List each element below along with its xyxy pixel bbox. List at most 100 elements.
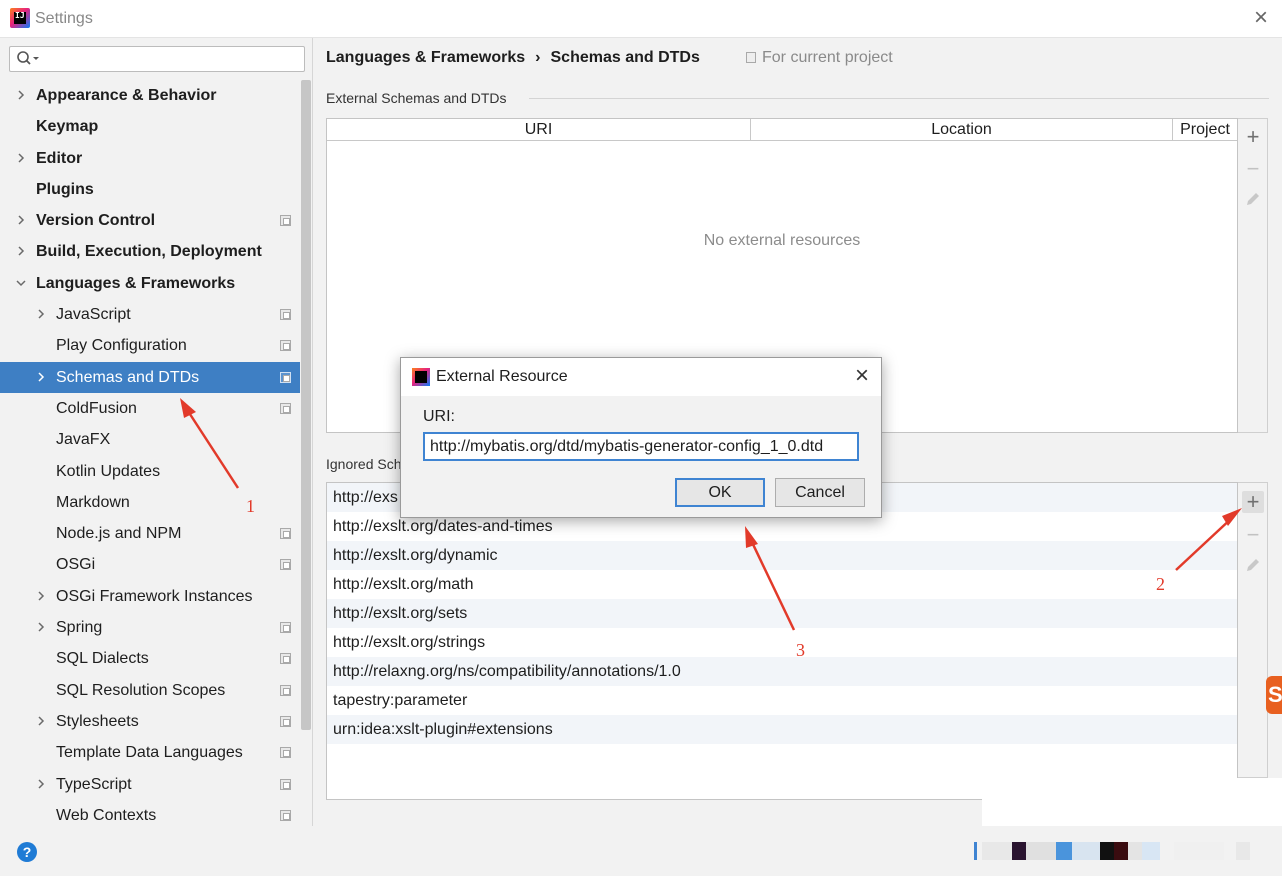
sidebar-item-schemas-and-dtds[interactable]: Schemas and DTDs: [0, 361, 300, 393]
project-scope-icon: [280, 371, 291, 383]
project-scope-icon: [280, 340, 291, 352]
chevron-right-icon[interactable]: [16, 90, 26, 100]
chevron-right-icon[interactable]: [36, 622, 46, 632]
settings-tree: Appearance & Behavior Keymap Editor Plugins…: [0, 80, 300, 831]
chevron-right-icon[interactable]: [16, 215, 26, 225]
project-scope-icon: [280, 715, 291, 727]
sidebar-item-spring[interactable]: Spring: [0, 612, 300, 643]
project-scope-icon: [280, 622, 291, 634]
floating-badge-icon[interactable]: S: [1266, 676, 1282, 714]
sidebar-item-template-data-languages[interactable]: Template Data Languages: [0, 737, 300, 768]
sidebar-item-sql-resolution-scopes[interactable]: SQL Resolution Scopes: [0, 675, 300, 706]
pixelated-buttons-placeholder: [974, 842, 1274, 860]
annotation-label-2: 2: [1156, 574, 1165, 594]
empty-state-text: No external resources: [703, 232, 861, 249]
sidebar-item-javascript[interactable]: JavaScript: [0, 299, 300, 330]
sidebar-item-languages-frameworks[interactable]: Languages & Frameworks: [0, 268, 300, 299]
sidebar-item-label: Spring: [56, 619, 103, 637]
intellij-logo-icon: [412, 368, 430, 386]
project-scope-icon: [280, 215, 291, 227]
window-close-icon[interactable]: ×: [1254, 6, 1268, 30]
list-item[interactable]: http://exslt.org/math: [327, 570, 1237, 599]
chevron-right-icon[interactable]: [36, 716, 46, 726]
column-location[interactable]: Location: [751, 119, 1173, 141]
help-icon[interactable]: ?: [17, 842, 37, 862]
sidebar-item-markdown[interactable]: Markdown: [0, 487, 300, 518]
sidebar-item-version-control[interactable]: Version Control: [0, 205, 300, 236]
sidebar-item-label: Markdown: [56, 493, 130, 511]
sidebar-item-label: Version Control: [36, 212, 156, 230]
sidebar-item-editor[interactable]: Editor: [0, 143, 300, 174]
chevron-down-icon[interactable]: [16, 278, 26, 288]
list-item[interactable]: tapestry:parameter: [327, 686, 1237, 715]
sidebar-item-label: OSGi: [56, 556, 96, 574]
add-icon[interactable]: +: [1242, 491, 1264, 513]
add-icon[interactable]: +: [1242, 126, 1264, 148]
sidebar-scrollbar-thumb[interactable]: [301, 80, 311, 730]
search-input[interactable]: [42, 49, 300, 69]
breadcrumb-separator: ›: [535, 49, 541, 66]
project-scope-icon: [280, 559, 291, 571]
chevron-right-icon[interactable]: [16, 153, 26, 163]
project-scope-icon: [746, 52, 756, 63]
project-scope-icon: [280, 402, 291, 414]
sidebar-item-label: Play Configuration: [56, 337, 187, 355]
sidebar-item-node-js-and-npm[interactable]: Node.js and NPM: [0, 518, 300, 549]
column-uri[interactable]: URI: [327, 119, 751, 141]
annotation-label-1: 1: [246, 496, 255, 516]
sidebar-item-play-configuration[interactable]: Play Configuration: [0, 330, 300, 361]
chevron-right-icon[interactable]: [36, 372, 46, 382]
sidebar-item-appearance-behavior[interactable]: Appearance & Behavior: [0, 80, 300, 111]
sidebar-item-kotlin-updates[interactable]: Kotlin Updates: [0, 456, 300, 487]
sidebar-item-label: Editor: [36, 149, 83, 167]
sidebar-item-keymap[interactable]: Keymap: [0, 111, 300, 142]
dialog-titlebar: External Resource ×: [401, 358, 881, 396]
chevron-right-icon[interactable]: [16, 246, 26, 257]
ok-button[interactable]: OK: [675, 478, 765, 507]
sidebar-item-label: Keymap: [36, 118, 99, 136]
sidebar-item-typescript[interactable]: TypeScript: [0, 769, 300, 800]
chevron-right-icon[interactable]: [36, 779, 46, 789]
sidebar-item-osgi[interactable]: OSGi: [0, 549, 300, 580]
search-icon[interactable]: [16, 50, 40, 68]
project-scope-icon: [280, 528, 291, 540]
edit-icon[interactable]: [1242, 556, 1264, 578]
sidebar-item-osgi-framework-instances[interactable]: OSGi Framework Instances: [0, 581, 300, 612]
intellij-logo-icon: IJ: [10, 8, 30, 28]
sidebar-item-sql-dialects[interactable]: SQL Dialects: [0, 643, 300, 674]
dialog-close-icon[interactable]: ×: [855, 364, 869, 388]
remove-icon[interactable]: −: [1242, 524, 1264, 546]
column-project[interactable]: Project: [1173, 119, 1237, 141]
sidebar-item-label: JavaFX: [56, 431, 111, 449]
uri-input[interactable]: [423, 432, 859, 461]
sidebar-item-label: TypeScript: [56, 775, 132, 793]
ignored-toolbar: + −: [1238, 482, 1268, 778]
list-item[interactable]: http://exslt.org/strings: [327, 628, 1237, 657]
uri-label: URI:: [423, 408, 455, 425]
list-item[interactable]: http://relaxng.org/ns/compatibility/anno…: [327, 657, 1237, 686]
sidebar-item-javafx[interactable]: JavaFX: [0, 424, 300, 455]
edit-icon[interactable]: [1242, 190, 1264, 212]
list-item[interactable]: http://exslt.org/dynamic: [327, 541, 1237, 570]
ignored-schemas-list[interactable]: http://exs http://exslt.org/dates-and-tim…: [326, 482, 1238, 800]
sidebar-item-build-execution-deployment[interactable]: Build, Execution, Deployment: [0, 236, 300, 267]
sidebar-item-label: Languages & Frameworks: [36, 274, 236, 292]
cancel-button[interactable]: Cancel: [775, 478, 865, 507]
sidebar-item-coldfusion[interactable]: ColdFusion: [0, 393, 300, 424]
breadcrumb: Languages & Frameworks › Schemas and DTDs: [326, 49, 700, 67]
project-scope-icon: [280, 809, 291, 821]
breadcrumb-parent[interactable]: Languages & Frameworks: [326, 49, 525, 66]
scope-indicator: For current project: [746, 49, 893, 67]
project-scope-icon: [280, 653, 291, 665]
chevron-right-icon[interactable]: [36, 309, 46, 319]
remove-icon[interactable]: −: [1242, 158, 1264, 180]
sidebar-item-label: SQL Dialects: [56, 650, 149, 668]
project-scope-icon: [280, 747, 291, 759]
list-item[interactable]: http://exslt.org/sets: [327, 599, 1237, 628]
table-header: URI Location Project: [327, 119, 1237, 141]
list-item[interactable]: urn:idea:xslt-plugin#extensions: [327, 715, 1237, 744]
sidebar-item-stylesheets[interactable]: Stylesheets: [0, 706, 300, 737]
chevron-right-icon[interactable]: [36, 591, 46, 601]
settings-search[interactable]: [9, 46, 305, 72]
sidebar-item-plugins[interactable]: Plugins: [0, 174, 300, 205]
